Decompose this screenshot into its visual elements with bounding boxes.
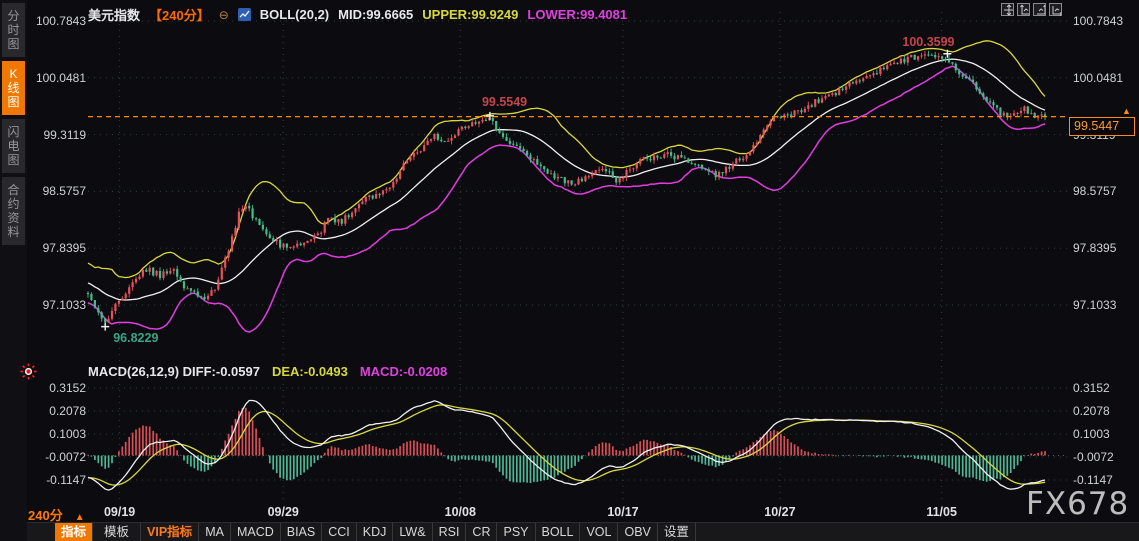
toolbar-item-CR[interactable]: CR	[466, 523, 498, 541]
x-axis-date-label: 10/27	[764, 505, 796, 519]
main-y-tick-left: 98.5757	[42, 184, 86, 199]
toolbar-item-VIP指标[interactable]: VIP指标	[141, 523, 200, 541]
left-tab-bar: 分时图 K线图闪电图合约资料	[0, 0, 27, 541]
main-y-tick-left: 97.1033	[42, 298, 86, 312]
sidebar-item-2[interactable]: K线图	[2, 61, 25, 115]
main-y-tick-right: 100.0481	[1073, 70, 1124, 85]
macd-y-tick-right: -0.0072	[1073, 450, 1114, 464]
collapse-icon[interactable]: ⊖	[219, 8, 229, 22]
macd-dea-value: DEA:-0.0493	[271, 364, 348, 379]
main-y-tick-right: 100.7843	[1073, 14, 1124, 28]
toolbar-item-MACD[interactable]: MACD	[231, 523, 281, 541]
macd-y-tick-right: -0.1147	[1073, 473, 1113, 487]
macd-y-tick-right: 0.1003	[1073, 427, 1110, 441]
main-y-tick-right: 98.5757	[1073, 184, 1117, 199]
x-axis-date-label: 09/19	[103, 505, 136, 519]
main-y-tick-left: 99.3119	[43, 127, 87, 142]
sidebar-item-3[interactable]: 闪电图	[2, 119, 25, 173]
toolbar-item-LW&[interactable]: LW&	[393, 523, 433, 541]
toolbar-item-BOLL[interactable]: BOLL	[536, 523, 581, 541]
symbol-name: 美元指数	[88, 8, 141, 23]
chart-tool-buttons	[1001, 3, 1062, 16]
toolbar-item-BIAS[interactable]: BIAS	[281, 523, 323, 541]
toolbar-item-MA[interactable]: MA	[199, 523, 231, 541]
pan-tool-icon[interactable]	[1001, 3, 1014, 16]
x-axis-date-label: 10/17	[607, 505, 639, 519]
chart-header: 美元指数 【240分】 ⊖ BOLL(20,2) MID:99.6665 UPP…	[88, 5, 627, 24]
toolbar-item-PSY[interactable]: PSY	[497, 523, 536, 541]
boll-mid-value: MID:99.6665	[338, 7, 414, 22]
main-y-tick-left: 100.0481	[35, 70, 86, 85]
main-y-tick-right: 97.1033	[1073, 298, 1117, 312]
x-axis-date-label: 10/08	[444, 505, 476, 519]
macd-title: MACD(26,12,9) DIFF:-0.0597	[88, 364, 260, 379]
macd-y-tick-right: 0.2078	[1073, 404, 1110, 418]
sidebar-item-1[interactable]: 分时图	[2, 3, 25, 57]
main-y-tick-left: 97.8395	[42, 241, 86, 256]
annotation-swing-low: 96.8229	[113, 330, 159, 345]
macd-y-tick-left: 0.1003	[49, 427, 86, 441]
macd-y-tick-left: -0.1147	[46, 473, 86, 487]
macd-macd-value: MACD:-0.0208	[359, 364, 448, 379]
price-chart-canvas[interactable]	[0, 0, 1139, 541]
period-label[interactable]: 【240分】	[149, 5, 210, 24]
boll-upper-value: UPPER:99.9249	[422, 7, 519, 22]
macd-y-tick-left: -0.0072	[45, 450, 86, 464]
boll-label: BOLL(20,2)	[259, 7, 330, 22]
toolbar-item-设置[interactable]: 设置	[658, 523, 696, 541]
toolbar-item-模板[interactable]: 模板	[93, 523, 142, 541]
chart-window: 分时图 K线图闪电图合约资料 美元指数 【240分】 ⊖ BOLL(20,2) M…	[0, 0, 1139, 541]
indicator-chart-icon[interactable]	[237, 8, 251, 21]
right-axis-scale-icon[interactable]	[1033, 3, 1046, 16]
x-axis-date-label: 09/29	[267, 505, 299, 519]
alert-beacon-icon[interactable]	[20, 363, 37, 385]
main-y-tick-right: 97.8395	[1073, 241, 1117, 256]
toolbar-item-RSI[interactable]: RSI	[433, 523, 467, 541]
macd-y-tick-left: 0.2078	[49, 404, 86, 418]
x-axis-date-label: 11/05	[926, 505, 957, 519]
watermark: FX678	[1026, 486, 1130, 522]
main-y-tick-left: 100.7843	[35, 14, 86, 28]
toolbar-item-CCI[interactable]: CCI	[322, 523, 357, 541]
toolbar-item-指标[interactable]: 指标	[55, 523, 94, 541]
price-up-arrow-icon: ▲	[1122, 105, 1131, 116]
annotation-swing-high: 99.5549	[481, 94, 528, 109]
toolbar-item-VOL[interactable]: VOL	[580, 523, 619, 541]
time-axis-scale-icon[interactable]	[1049, 3, 1062, 16]
annotation-swing-high: 100.3599	[902, 34, 955, 49]
toolbar-item-KDJ[interactable]: KDJ	[357, 523, 394, 541]
sidebar-item-4[interactable]: 合约资料	[2, 177, 25, 245]
boll-lower-value: LOWER:99.4081	[527, 7, 628, 22]
toolbar-item-OBV[interactable]: OBV	[618, 523, 658, 541]
left-axis-scale-icon[interactable]	[1017, 3, 1030, 16]
current-price-box: 99.5447	[1069, 117, 1135, 137]
macd-header: MACD(26,12,9) DIFF:-0.0597 DEA:-0.0493 M…	[88, 364, 447, 379]
indicator-toolbar: 指标 模板 VIP指标 MA MACD BIAS CCI KDJ LW& RSI CR PSY BOLL…	[0, 522, 1139, 541]
macd-y-tick-right: 0.3152	[1073, 381, 1110, 395]
